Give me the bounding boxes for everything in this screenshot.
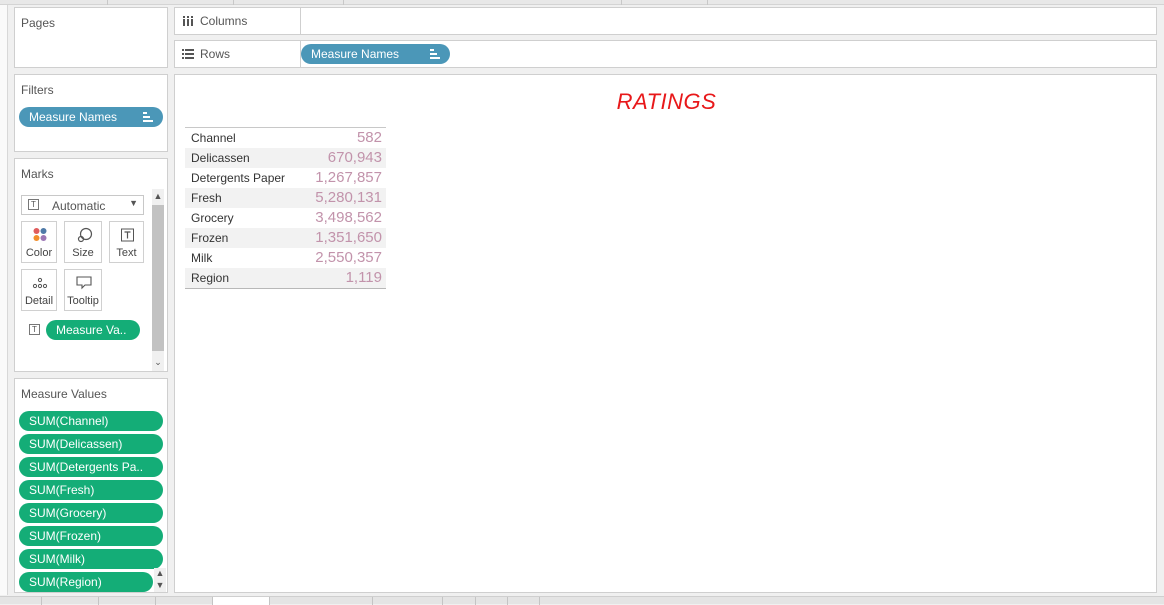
columns-icon <box>183 16 193 26</box>
data-label[interactable]: 3,498,562 <box>315 209 382 226</box>
table-row[interactable]: Detergents Paper 1,267,857 <box>185 168 386 188</box>
chart-title: RATINGS <box>616 89 717 114</box>
table-row[interactable]: Delicassen 670,943 <box>185 148 386 168</box>
left-rail <box>0 5 8 595</box>
detail-button-label: Detail <box>24 295 54 307</box>
marks-card-title: Marks <box>21 167 54 181</box>
filter-pill-label: Measure Names <box>29 110 118 124</box>
measure-values-scrollbar[interactable]: ▲ ▼ <box>154 568 166 592</box>
measure-value-pill-label: SUM(Frozen) <box>29 529 102 543</box>
row-header: Delicassen <box>191 151 250 165</box>
measure-values-card[interactable]: Measure Values SUM(Channel) SUM(Delicass… <box>14 378 168 593</box>
measure-value-pill[interactable]: SUM(Milk) <box>19 549 163 569</box>
data-label[interactable]: 5,280,131 <box>315 189 382 206</box>
scroll-down-icon[interactable]: ⌄ <box>152 357 164 368</box>
measure-value-pill[interactable]: SUM(Delicassen) <box>19 434 163 454</box>
row-header: Grocery <box>191 211 234 225</box>
row-header: Frozen <box>191 231 229 245</box>
scroll-down-icon[interactable]: ▼ <box>154 580 166 590</box>
data-label[interactable]: 2,550,357 <box>315 249 382 266</box>
sheet-tab-strip <box>0 596 1164 605</box>
scroll-up-icon[interactable]: ▲ <box>154 568 166 578</box>
pages-card-title: Pages <box>21 16 56 30</box>
rows-icon <box>182 49 194 59</box>
table-row[interactable]: Channel 582 <box>185 128 386 148</box>
filter-measure-names-pill[interactable]: Measure Names <box>19 107 163 127</box>
columns-shelf[interactable]: Columns <box>174 7 1157 35</box>
tooltip-button[interactable]: Tooltip <box>64 269 102 311</box>
size-button[interactable]: Size <box>64 221 102 263</box>
rows-measure-names-pill[interactable]: Measure Names <box>301 44 450 64</box>
chevron-down-icon[interactable]: ▼ <box>129 198 138 208</box>
row-header: Region <box>191 271 230 285</box>
rows-label-text: Rows <box>200 47 231 61</box>
marks-scrollbar[interactable]: ▲ ⌄ <box>152 189 164 371</box>
row-header: Channel <box>191 131 236 145</box>
sort-icon <box>430 49 440 59</box>
measure-value-pill-label: SUM(Grocery) <box>29 506 107 520</box>
color-icon <box>33 228 47 241</box>
table-row[interactable]: Fresh 5,280,131 <box>185 188 386 208</box>
measure-value-pill-label: SUM(Delicassen) <box>29 437 123 451</box>
marks-pill-label: Measure Va.. <box>56 323 127 337</box>
measure-value-pill[interactable]: SUM(Fresh) <box>19 480 163 500</box>
row-header: Detergents Paper <box>191 171 286 185</box>
rows-shelf-label: Rows <box>175 41 301 67</box>
text-button[interactable]: Text <box>109 221 144 263</box>
measure-value-pill[interactable]: SUM(Frozen) <box>19 526 163 546</box>
mark-type-dropdown[interactable]: T Automatic ▼ <box>21 195 144 215</box>
measure-value-pill[interactable]: SUM(Region) <box>19 572 153 592</box>
data-label[interactable]: 1,351,650 <box>315 229 382 246</box>
data-label[interactable]: 670,943 <box>328 149 382 166</box>
text-icon <box>121 228 134 242</box>
measure-value-pill[interactable]: SUM(Detergents Pa.. <box>19 457 163 477</box>
marks-measure-values-pill[interactable]: Measure Va.. <box>46 320 140 340</box>
table-row[interactable]: Grocery 3,498,562 <box>185 208 386 228</box>
marks-card[interactable]: Marks T Automatic ▼ Color Size Text Deta… <box>14 158 168 372</box>
measure-value-pill-label: SUM(Channel) <box>29 414 109 428</box>
mark-type-value: Automatic <box>52 199 106 213</box>
sort-icon <box>143 112 153 122</box>
columns-shelf-label: Columns <box>175 8 301 34</box>
table-row[interactable]: Region 1,119 <box>185 268 386 288</box>
scroll-up-icon[interactable]: ▲ <box>152 191 164 201</box>
text-mark-icon: T <box>28 199 39 210</box>
tooltip-icon <box>76 276 92 290</box>
table-row[interactable]: Milk 2,550,357 <box>185 248 386 268</box>
tab-strip-top <box>0 0 1164 5</box>
text-button-label: Text <box>116 247 137 259</box>
text-table: Channel 582 Delicassen 670,943 Detergents Pa… <box>185 127 386 289</box>
pages-card[interactable]: Pages <box>14 7 168 68</box>
size-icon <box>77 227 93 243</box>
rows-pill-label: Measure Names <box>311 47 400 61</box>
table-row[interactable]: Frozen 1,351,650 <box>185 228 386 248</box>
measure-value-pill-label: SUM(Fresh) <box>29 483 95 497</box>
measure-value-pill-label: SUM(Detergents Pa.. <box>29 460 144 474</box>
measure-value-pill[interactable]: SUM(Grocery) <box>19 503 163 523</box>
rows-shelf[interactable]: Rows Measure Names <box>174 40 1157 68</box>
filters-card-title: Filters <box>21 83 54 97</box>
tooltip-button-label: Tooltip <box>67 295 99 307</box>
detail-icon <box>32 277 48 289</box>
size-button-label: Size <box>72 247 94 259</box>
detail-button[interactable]: Detail <box>21 269 57 311</box>
scrollbar-thumb[interactable] <box>152 205 164 351</box>
text-mark-icon: T <box>29 324 40 335</box>
filters-card[interactable]: Filters Measure Names <box>14 74 168 152</box>
data-label[interactable]: 582 <box>357 129 382 146</box>
view-canvas[interactable]: RATINGS Channel 582 Delicassen 670,943 Deter… <box>174 74 1157 593</box>
color-button-label: Color <box>25 247 53 259</box>
measure-value-pill-label: SUM(Milk) <box>29 552 85 566</box>
measure-values-card-title: Measure Values <box>21 387 107 401</box>
columns-label-text: Columns <box>200 14 248 28</box>
row-header: Fresh <box>191 191 222 205</box>
row-header: Milk <box>191 251 213 265</box>
measure-value-pill[interactable]: SUM(Channel) <box>19 411 163 431</box>
data-label[interactable]: 1,267,857 <box>315 169 382 186</box>
data-label[interactable]: 1,119 <box>346 269 382 286</box>
color-button[interactable]: Color <box>21 221 57 263</box>
measure-value-pill-label: SUM(Region) <box>29 575 102 589</box>
